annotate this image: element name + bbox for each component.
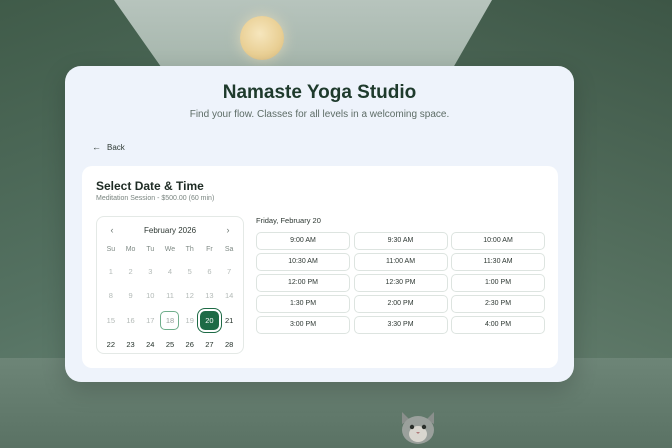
weekday-label: Th bbox=[185, 246, 194, 253]
calendar-day-number: 10 bbox=[146, 291, 155, 301]
calendar-day-number: 13 bbox=[205, 291, 214, 301]
back-label: Back bbox=[107, 143, 125, 152]
calendar-day-number: 28 bbox=[224, 340, 234, 350]
time-slot-button[interactable]: 9:30 AM bbox=[353, 232, 448, 250]
weekday-label: Tu bbox=[146, 246, 155, 253]
calendar-day-number: 4 bbox=[167, 266, 173, 276]
time-slot-button[interactable]: 3:00 PM bbox=[256, 316, 350, 334]
calendar-day-number: 8 bbox=[108, 291, 113, 301]
time-slots: 9:00 AM 9:30 AM 10:00 AM 10:30 AM 11:00 AM 11… bbox=[256, 232, 545, 334]
cat-figure bbox=[402, 412, 434, 444]
panel-title: Select Date & Time bbox=[96, 179, 204, 193]
arrow-left-icon: ← bbox=[92, 142, 101, 152]
calendar-day: 10 bbox=[140, 284, 160, 309]
booking-card: Namaste Yoga Studio Find your flow. Clas… bbox=[65, 66, 574, 382]
calendar-day: 9 bbox=[121, 284, 141, 309]
calendar-day-number: 25 bbox=[165, 340, 175, 350]
calendar-day[interactable]: 28 bbox=[219, 333, 239, 358]
calendar-day-number: 26 bbox=[185, 340, 194, 350]
calendar-day-today[interactable]: 18 bbox=[160, 308, 180, 333]
calendar-day[interactable]: 24 bbox=[140, 333, 160, 358]
calendar-day[interactable]: 23 bbox=[121, 333, 141, 358]
time-slot-button[interactable]: 9:00 AM bbox=[256, 232, 350, 250]
moon bbox=[240, 16, 284, 60]
calendar-day: 7 bbox=[219, 259, 239, 284]
calendar-day-number: 24 bbox=[146, 340, 155, 350]
time-slot-button[interactable]: 3:30 PM bbox=[353, 316, 448, 334]
calendar-day: 5 bbox=[180, 259, 200, 284]
calendar-day-number: 12 bbox=[185, 291, 194, 301]
time-slot-button[interactable]: 10:30 AM bbox=[256, 253, 350, 271]
chevron-left-icon[interactable]: ‹ bbox=[107, 225, 117, 235]
calendar-day-number: 14 bbox=[224, 291, 234, 301]
calendar-day-number: 5 bbox=[187, 266, 192, 276]
date-time-panel: Select Date & Time Meditation Session - … bbox=[82, 166, 558, 368]
time-slot-button[interactable]: 12:30 PM bbox=[353, 274, 448, 292]
calendar-day-number: 2 bbox=[128, 266, 133, 276]
calendar-day[interactable]: 26 bbox=[180, 333, 200, 358]
calendar: ‹ February 2026 › Su Mo Tu We Th Fr Sa 1234567… bbox=[96, 216, 244, 354]
calendar-day[interactable]: 22 bbox=[101, 333, 121, 358]
calendar-day-number: 3 bbox=[148, 266, 153, 276]
calendar-day-number: 17 bbox=[146, 315, 155, 325]
weekday-label: Fr bbox=[206, 246, 213, 253]
weekday-label: Mo bbox=[125, 246, 136, 253]
calendar-day-number: 15 bbox=[106, 315, 116, 325]
studio-subtitle: Find your flow. Classes for all levels i… bbox=[189, 109, 450, 120]
studio-title: Namaste Yoga Studio bbox=[222, 82, 417, 103]
weekday-label: We bbox=[164, 246, 176, 253]
calendar-day: 1 bbox=[101, 259, 121, 284]
calendar-day-number: 9 bbox=[128, 291, 133, 301]
calendar-header: ‹ February 2026 › bbox=[97, 225, 243, 235]
calendar-day: 17 bbox=[140, 308, 160, 333]
time-slot-button[interactable]: 2:30 PM bbox=[451, 295, 545, 313]
time-slot-button[interactable]: 11:00 AM bbox=[353, 253, 448, 271]
calendar-day: 15 bbox=[101, 308, 121, 333]
calendar-day-selected[interactable]: 20 bbox=[199, 308, 220, 333]
calendar-day: 3 bbox=[140, 259, 160, 284]
calendar-day: 13 bbox=[200, 284, 220, 309]
calendar-month-label: February 2026 bbox=[143, 225, 197, 235]
time-slot-button[interactable]: 1:30 PM bbox=[256, 295, 350, 313]
calendar-day: 16 bbox=[121, 308, 141, 333]
calendar-day-number: 23 bbox=[126, 340, 135, 350]
calendar-day-number: 1 bbox=[108, 266, 113, 276]
time-slot-button[interactable]: 4:00 PM bbox=[451, 316, 545, 334]
calendar-days: 1 2 3 4 5 6 7 8 9 10 11 12 13 14 15 16 17 18 19 20 21 22 23 24 2… bbox=[101, 259, 239, 357]
calendar-day: 14 bbox=[219, 284, 239, 309]
chevron-right-icon[interactable]: › bbox=[223, 225, 233, 235]
time-slot-button[interactable]: 11:30 AM bbox=[451, 253, 545, 271]
weekday-label: Sa bbox=[224, 246, 234, 253]
calendar-day: 19 bbox=[180, 308, 200, 333]
calendar-day: 12 bbox=[180, 284, 200, 309]
calendar-day[interactable]: 25 bbox=[160, 333, 180, 358]
calendar-day-number: 27 bbox=[205, 340, 214, 350]
weekday-label: Su bbox=[106, 246, 116, 253]
time-slot-button[interactable]: 10:00 AM bbox=[451, 232, 545, 250]
time-slot-button[interactable]: 2:00 PM bbox=[353, 295, 448, 313]
selected-date-label: Friday, February 20 bbox=[256, 216, 321, 225]
calendar-day[interactable]: 21 bbox=[219, 308, 239, 333]
calendar-day-number: 21 bbox=[224, 315, 234, 325]
calendar-day-number: 6 bbox=[207, 266, 212, 276]
calendar-day: 2 bbox=[121, 259, 141, 284]
time-slot-button[interactable]: 12:00 PM bbox=[256, 274, 350, 292]
session-info: Meditation Session - $500.00 (60 min) bbox=[96, 195, 215, 202]
calendar-day-number: 18 bbox=[160, 310, 180, 330]
calendar-day: 8 bbox=[101, 284, 121, 309]
calendar-day-number: 7 bbox=[227, 266, 232, 276]
calendar-day-number: 11 bbox=[166, 291, 174, 301]
calendar-day-number: 19 bbox=[185, 315, 194, 325]
calendar-day: 6 bbox=[200, 259, 220, 284]
calendar-day[interactable]: 27 bbox=[200, 333, 220, 358]
calendar-day: 4 bbox=[160, 259, 180, 284]
time-slot-button[interactable]: 1:00 PM bbox=[451, 274, 545, 292]
calendar-day-number: 16 bbox=[126, 315, 135, 325]
calendar-day-number: 20 bbox=[199, 310, 219, 330]
calendar-day-number: 22 bbox=[106, 340, 116, 350]
calendar-day: 11 bbox=[160, 284, 180, 309]
back-button[interactable]: ← Back bbox=[92, 142, 125, 153]
weekday-header: Su Mo Tu We Th Fr Sa bbox=[101, 246, 239, 253]
